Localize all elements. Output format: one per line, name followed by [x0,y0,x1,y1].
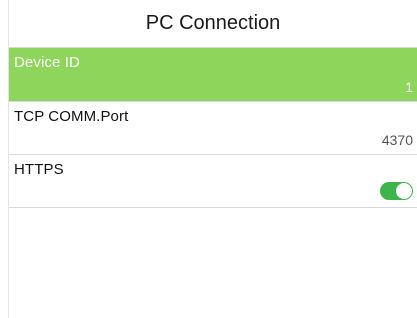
page-title-bar: PC Connection [9,0,417,48]
tcp-comm-port-label: TCP COMM.Port [14,108,129,125]
setting-row-https[interactable]: HTTPS [9,155,417,208]
https-toggle-icon[interactable] [380,182,413,200]
tcp-comm-port-value: 4370 [381,132,413,148]
https-label: HTTPS [14,161,64,178]
device-id-label: Device ID [14,54,80,71]
settings-list: Device ID 1 TCP COMM.Port 4370 HTTPS [9,48,417,208]
pc-connection-screen: PC Connection Device ID 1 TCP COMM.Port … [0,0,417,318]
toggle-knob [396,183,412,199]
device-id-value: 1 [405,79,413,95]
setting-row-tcp-comm-port[interactable]: TCP COMM.Port 4370 [9,102,417,155]
setting-row-device-id[interactable]: Device ID 1 [9,48,417,102]
page-title: PC Connection [145,12,281,34]
